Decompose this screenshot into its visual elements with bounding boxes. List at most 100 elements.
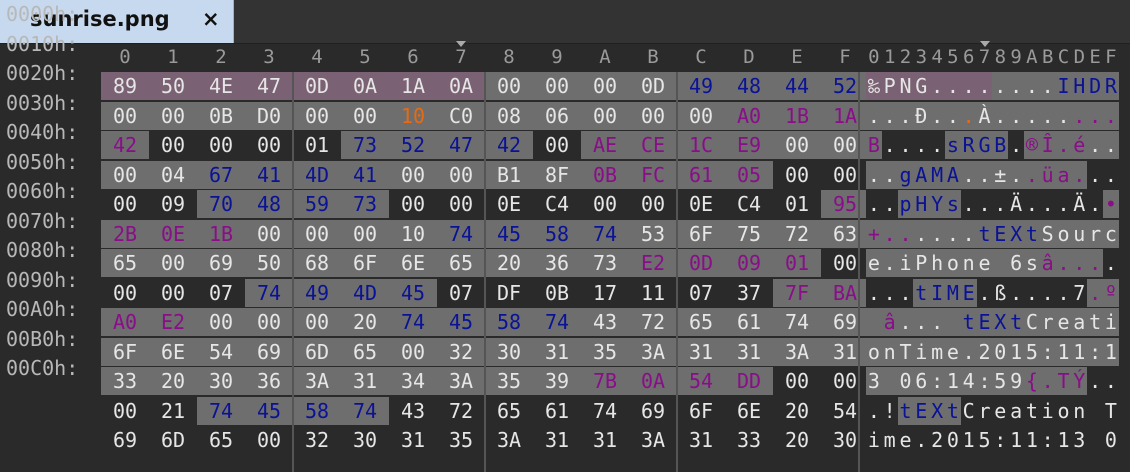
hex-byte[interactable]: 17: [581, 278, 629, 307]
hex-byte[interactable]: 4E: [197, 72, 245, 100]
hex-byte[interactable]: 31: [725, 337, 773, 366]
ascii-char[interactable]: i: [866, 426, 882, 454]
ascii-char[interactable]: .: [1103, 160, 1119, 189]
ascii-char[interactable]: .: [1039, 367, 1056, 395]
hex-byte[interactable]: 10: [389, 101, 437, 130]
hex-byte[interactable]: 33: [101, 367, 149, 395]
hex-byte[interactable]: 0A: [629, 367, 677, 395]
hex-byte[interactable]: 00: [773, 160, 821, 189]
ascii-char[interactable]: .: [960, 190, 977, 218]
hex-byte[interactable]: 30: [821, 426, 869, 454]
hex-byte[interactable]: 65: [197, 426, 245, 454]
hex-byte[interactable]: 00: [389, 337, 437, 366]
hex-byte[interactable]: 41: [341, 160, 389, 189]
ascii-char[interactable]: .: [913, 131, 930, 159]
hex-byte[interactable]: 89: [101, 72, 149, 100]
ascii-char[interactable]: !: [881, 396, 898, 425]
hex-byte[interactable]: 00: [245, 426, 293, 454]
ascii-char[interactable]: M: [945, 278, 961, 307]
ascii-char[interactable]: ±: [992, 160, 1009, 189]
ascii-char[interactable]: 3: [866, 367, 882, 395]
hex-byte[interactable]: 49: [293, 278, 341, 307]
ascii-char[interactable]: .: [1103, 101, 1119, 130]
hex-byte[interactable]: 48: [725, 72, 773, 100]
hex-byte[interactable]: 31: [677, 426, 725, 454]
ascii-char[interactable]: R: [1103, 72, 1119, 100]
ascii-char[interactable]: .: [1008, 278, 1024, 307]
hex-byte[interactable]: 0B: [581, 160, 629, 189]
hex-byte[interactable]: 95: [821, 190, 869, 218]
hex-byte[interactable]: 69: [629, 396, 677, 425]
hex-byte[interactable]: 74: [773, 308, 821, 336]
hex-byte[interactable]: 44: [773, 72, 821, 100]
ascii-char[interactable]: s: [945, 190, 961, 218]
ascii-char[interactable]: I: [1055, 72, 1072, 100]
ascii-char[interactable]: E: [913, 396, 930, 425]
hex-byte[interactable]: 50: [245, 249, 293, 277]
ascii-char[interactable]: 3: [1071, 426, 1088, 454]
ascii-char[interactable]: .: [1024, 101, 1040, 130]
hex-byte[interactable]: 43: [389, 396, 437, 425]
ascii-char[interactable]: 1: [1008, 337, 1024, 366]
ascii-char[interactable]: g: [897, 160, 914, 189]
hex-byte[interactable]: 36: [245, 367, 293, 395]
ascii-char[interactable]: e: [1055, 308, 1072, 336]
hex-byte[interactable]: 48: [245, 190, 293, 218]
ascii-char[interactable]: .: [929, 72, 945, 100]
ascii-char[interactable]: .: [1087, 278, 1103, 307]
ascii-char[interactable]: D: [1087, 72, 1103, 100]
hex-byte[interactable]: 72: [437, 396, 485, 425]
hex-byte[interactable]: 74: [197, 396, 245, 425]
hex-byte[interactable]: 01: [773, 190, 821, 218]
ascii-char[interactable]: .: [1055, 278, 1072, 307]
ascii-char[interactable]: .: [1055, 190, 1072, 218]
hex-byte[interactable]: 1C: [677, 131, 725, 159]
hex-byte[interactable]: 45: [389, 278, 437, 307]
hex-byte[interactable]: E2: [629, 249, 677, 277]
hex-byte[interactable]: 6D: [293, 337, 341, 366]
hex-byte[interactable]: 49: [677, 72, 725, 100]
ascii-char[interactable]: t: [945, 396, 961, 425]
hex-byte[interactable]: 31: [533, 426, 581, 454]
ascii-char[interactable]: .: [945, 219, 961, 248]
ascii-char[interactable]: •: [1103, 190, 1119, 218]
hex-byte[interactable]: 00: [773, 131, 821, 159]
ascii-char[interactable]: .: [866, 160, 882, 189]
ascii-char[interactable]: 0: [897, 367, 914, 395]
hex-byte[interactable]: 69: [821, 308, 869, 336]
ascii-char[interactable]: .: [960, 337, 977, 366]
close-icon[interactable]: ×: [202, 7, 220, 31]
hex-byte[interactable]: D0: [245, 101, 293, 130]
ascii-char[interactable]: R: [960, 131, 977, 159]
ascii-char[interactable]: X: [992, 308, 1009, 336]
ascii-char[interactable]: [945, 308, 961, 336]
hex-byte[interactable]: 00: [341, 101, 389, 130]
ascii-char[interactable]: G: [976, 131, 993, 159]
ascii-char[interactable]: :: [1087, 337, 1103, 366]
ascii-char[interactable]: .: [1039, 101, 1056, 130]
ascii-char[interactable]: 0: [992, 337, 1009, 366]
hex-byte[interactable]: AE: [581, 131, 629, 159]
ascii-char[interactable]: [992, 249, 1009, 277]
hex-byte[interactable]: 00: [533, 72, 581, 100]
hex-byte[interactable]: 0A: [341, 72, 389, 100]
hex-byte[interactable]: 58: [533, 219, 581, 248]
hex-byte[interactable]: 0E: [485, 190, 533, 218]
hex-byte[interactable]: 00: [293, 308, 341, 336]
hex-byte[interactable]: 58: [293, 396, 341, 425]
ascii-char[interactable]: N: [897, 72, 914, 100]
hex-byte[interactable]: 39: [533, 367, 581, 395]
ascii-char[interactable]: 1: [1071, 337, 1088, 366]
hex-byte[interactable]: 00: [821, 367, 869, 395]
hex-byte[interactable]: 65: [485, 396, 533, 425]
ascii-char[interactable]: 0: [945, 426, 961, 454]
hex-byte[interactable]: 42: [485, 131, 533, 159]
ascii-char[interactable]: .: [897, 308, 914, 336]
ascii-char[interactable]: c: [1103, 219, 1119, 248]
ascii-char[interactable]: e: [976, 249, 993, 277]
ascii-char[interactable]: E: [992, 219, 1009, 248]
ascii-char[interactable]: a: [1055, 160, 1072, 189]
hex-byte[interactable]: BA: [821, 278, 869, 307]
hex-byte[interactable]: 00: [101, 396, 149, 425]
ascii-char[interactable]: u: [1071, 219, 1088, 248]
